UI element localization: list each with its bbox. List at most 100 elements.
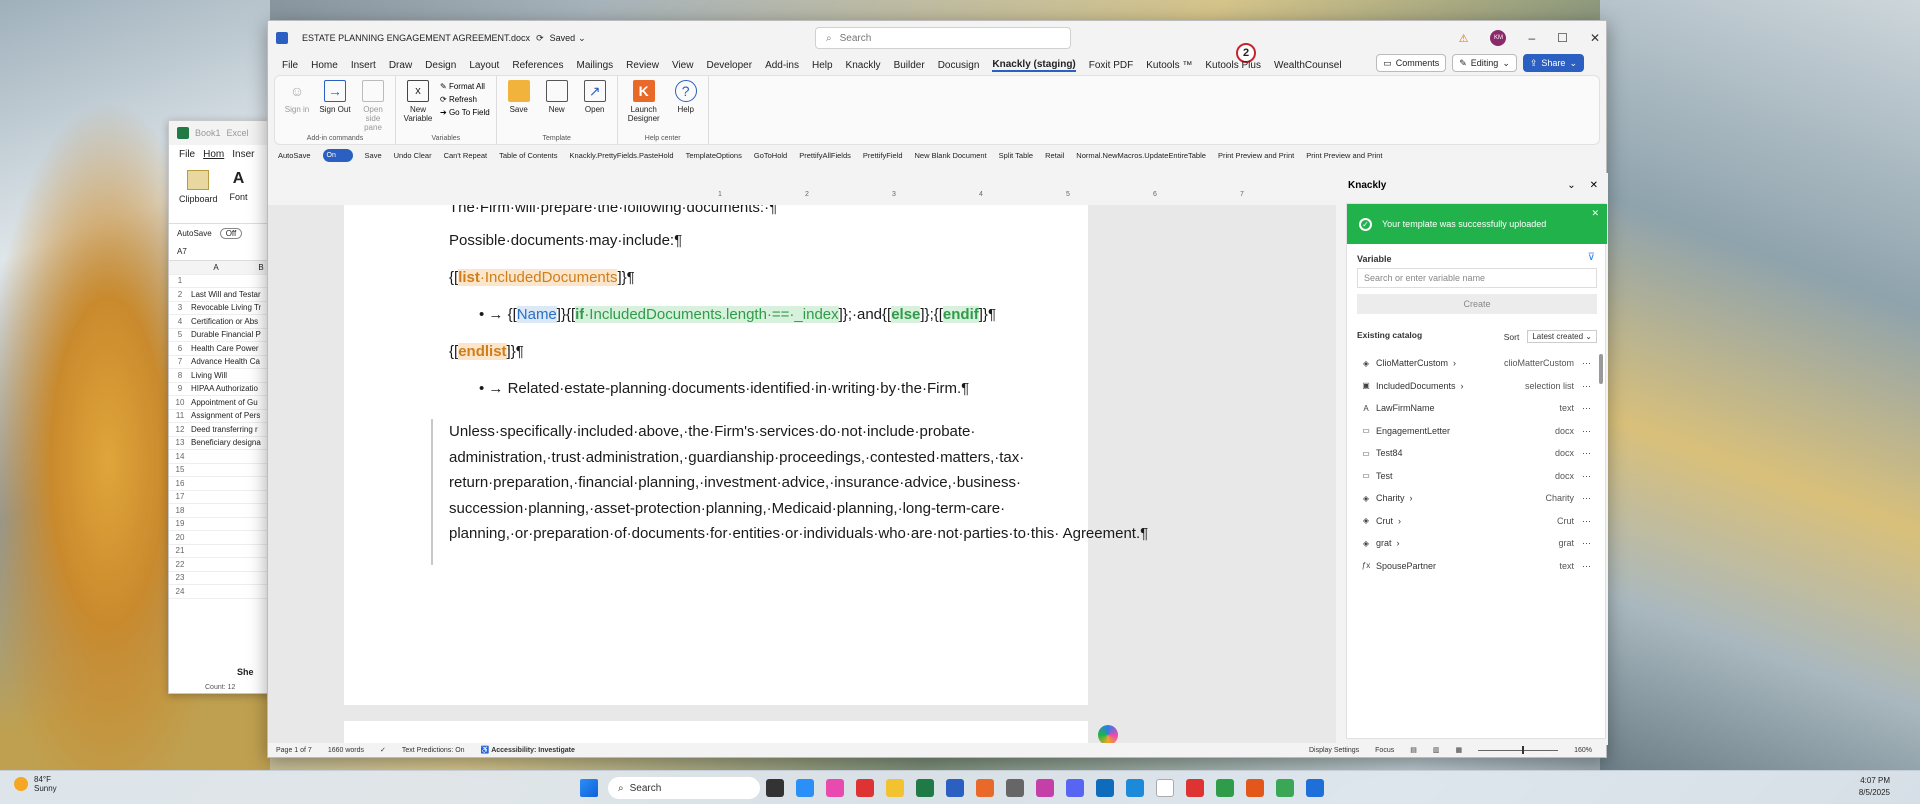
more-icon[interactable]: ···	[1582, 516, 1591, 526]
notepad-icon[interactable]	[1156, 779, 1174, 797]
word-window[interactable]: ESTATE PLANNING ENGAGEMENT AGREEMENT.doc…	[267, 20, 1608, 758]
catalog-item[interactable]: ▣ IncludedDocuments › selection list ···	[1353, 375, 1597, 398]
qat-button[interactable]: Save	[365, 151, 382, 160]
cell[interactable]: Certification or Abs	[191, 317, 258, 326]
row-number[interactable]: 24	[169, 587, 191, 596]
spreadsheet-icon[interactable]	[1216, 779, 1234, 797]
teams-icon[interactable]	[1066, 779, 1084, 797]
chevron-right-icon[interactable]: ›	[1397, 538, 1400, 548]
avatar[interactable]: KM	[1490, 30, 1507, 46]
doc-line-2[interactable]: Possible·documents·may·include:¶	[449, 232, 682, 249]
font-button[interactable]: A Font	[230, 170, 248, 217]
excel-autosave-toggle[interactable]: Off	[219, 228, 243, 239]
new-variable-button[interactable]: x New Variable	[402, 80, 434, 135]
web-layout-icon[interactable]: ▦	[1455, 746, 1462, 754]
doc-line-related[interactable]: • → Related·estate-planning·documents·id…	[479, 380, 969, 397]
chevron-right-icon[interactable]: ›	[1398, 516, 1401, 526]
row-number[interactable]: 3	[169, 303, 191, 312]
qat-button[interactable]: Can't Repeat	[444, 151, 488, 160]
row-number[interactable]: 9	[169, 384, 191, 393]
cell[interactable]: Deed transferring r	[191, 425, 258, 434]
catalog-item[interactable]: ▭ Test docx ···	[1353, 465, 1597, 488]
qat-button[interactable]: New Blank Document	[915, 151, 987, 160]
app-green-icon[interactable]	[1276, 779, 1294, 797]
print-layout-icon[interactable]: ▥	[1433, 746, 1440, 754]
settings-icon[interactable]	[1306, 779, 1324, 797]
more-icon[interactable]: ···	[1582, 381, 1591, 391]
qat-button[interactable]: Table of Contents	[499, 151, 557, 160]
saved-status[interactable]: Saved	[550, 33, 576, 43]
filter-icon[interactable]: ⊽	[1588, 252, 1595, 263]
word-taskbar-icon[interactable]	[946, 779, 964, 797]
more-icon[interactable]: ···	[1582, 426, 1591, 436]
start-button[interactable]	[580, 779, 598, 797]
launch-designer-button[interactable]: K Launch Designer	[624, 80, 664, 135]
row-number[interactable]: 13	[169, 438, 191, 447]
doc-line-endlist[interactable]: {[endlist]}¶	[449, 343, 524, 360]
document-page[interactable]: The·Firm·will·prepare·the·following·docu…	[344, 205, 1148, 705]
go-to-field-button[interactable]: ➔ Go To Field	[440, 108, 490, 117]
row-number[interactable]: 23	[169, 573, 191, 582]
sign-in-button[interactable]: ☺ Sign in	[281, 80, 313, 135]
cell[interactable]: Last Will and Testar	[191, 290, 261, 299]
doc-line-1[interactable]: The·Firm·will·prepare·the·following·docu…	[449, 205, 777, 216]
cell[interactable]: Advance Health Ca	[191, 357, 260, 366]
row-number[interactable]: 4	[169, 317, 191, 326]
excel-taskbar-icon[interactable]	[916, 779, 934, 797]
knackly-taskbar-icon[interactable]	[976, 779, 994, 797]
refresh-button[interactable]: ⟳ Refresh	[440, 95, 490, 104]
row-number[interactable]: 16	[169, 479, 191, 488]
more-icon[interactable]: ···	[1582, 538, 1591, 548]
calculator-icon[interactable]	[1006, 779, 1024, 797]
focus-button[interactable]: Focus	[1375, 747, 1394, 754]
menu-tab[interactable]: Add-ins	[765, 60, 799, 71]
help-button[interactable]: ? Help	[670, 80, 702, 135]
chevron-down-icon[interactable]: ⌄	[1567, 180, 1575, 191]
zoom-slider[interactable]	[1478, 745, 1559, 754]
row-number[interactable]: 15	[169, 465, 191, 474]
task-view-icon[interactable]	[766, 779, 784, 797]
autosave-toggle[interactable]: On	[322, 148, 353, 162]
format-all-button[interactable]: ✎ Format All	[440, 82, 490, 91]
row-number[interactable]: 18	[169, 506, 191, 515]
menu-tab[interactable]: Developer	[706, 60, 752, 71]
menu-tab[interactable]: Review	[626, 60, 659, 71]
row-number[interactable]: 22	[169, 560, 191, 569]
more-icon[interactable]: ···	[1582, 493, 1591, 503]
excel-tab-file[interactable]: File	[179, 149, 195, 160]
catalog-scrollbar[interactable]	[1599, 354, 1603, 384]
more-icon[interactable]: ···	[1582, 471, 1591, 481]
menu-tab[interactable]: Docusign	[938, 60, 980, 71]
qat-button[interactable]: Print Preview and Print	[1306, 151, 1382, 160]
qat-button[interactable]: PrettifyField	[863, 151, 903, 160]
weather-widget[interactable]: 84°F Sunny	[14, 775, 57, 793]
qat-button[interactable]: Undo Clear	[394, 151, 432, 160]
menu-tab[interactable]: Builder	[894, 60, 925, 71]
share-button[interactable]: ⇪ Share ⌄	[1522, 54, 1584, 72]
file-explorer-icon[interactable]	[886, 779, 904, 797]
widgets-icon[interactable]	[796, 779, 814, 797]
catalog-item[interactable]: ƒx SpousePartner text ···	[1353, 555, 1597, 578]
row-number[interactable]: 2	[169, 290, 191, 299]
close-button[interactable]: ✕	[1590, 31, 1600, 45]
text-predictions[interactable]: Text Predictions: On	[402, 747, 465, 754]
row-number[interactable]: 17	[169, 492, 191, 501]
cell[interactable]: Beneficiary designa	[191, 438, 261, 447]
proofing-icon[interactable]: ✓	[380, 746, 386, 754]
row-number[interactable]: 8	[169, 371, 191, 380]
accessibility-status[interactable]: ♿ Accessibility: Investigate	[481, 746, 575, 754]
maximize-button[interactable]: ☐	[1557, 31, 1568, 45]
cell[interactable]: Assignment of Pers	[191, 411, 260, 420]
sign-out-button[interactable]: → Sign Out	[319, 80, 351, 135]
page-count[interactable]: Page 1 of 7	[276, 747, 312, 754]
catalog-item[interactable]: ◈ ClioMatterCustom › clioMatterCustom ···	[1353, 352, 1597, 375]
menu-tab[interactable]: Kutools ™	[1146, 60, 1192, 71]
copilot-icon[interactable]	[1098, 725, 1118, 745]
menu-tab[interactable]: Knackly	[846, 60, 881, 71]
copilot-taskbar-icon[interactable]	[826, 779, 844, 797]
doc-line-list[interactable]: {[list·IncludedDocuments]}¶	[449, 269, 635, 286]
catalog-item[interactable]: ◈ Charity › Charity ···	[1353, 487, 1597, 510]
cell[interactable]: HIPAA Authorizatio	[191, 384, 258, 393]
taskbar-search[interactable]: ⌕ Search	[608, 777, 760, 799]
comments-button[interactable]: ▭ Comments	[1376, 54, 1447, 72]
